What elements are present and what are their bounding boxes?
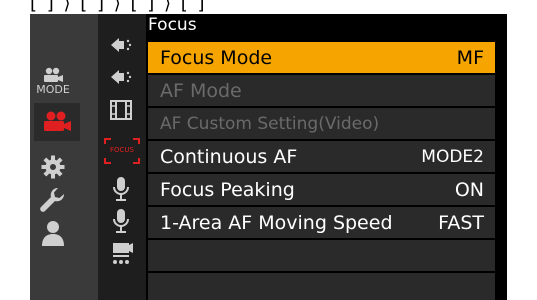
- top-breadcrumb-text: [ ] ⟩ [ ] ⟩ [ ] ⟩ [ ]: [30, 0, 207, 14]
- menu-item-label: AF Custom Setting(Video): [160, 113, 380, 134]
- mode-tab-label: MODE: [36, 83, 70, 96]
- video-tab-selected[interactable]: [34, 103, 80, 141]
- menu-empty-row: [148, 240, 495, 271]
- person-icon[interactable]: [40, 219, 66, 247]
- mode-icon[interactable]: [40, 66, 66, 84]
- menu-empty-row: [148, 273, 495, 300]
- menu-item-value: FAST: [438, 211, 484, 234]
- menu-item-value: ON: [454, 178, 484, 201]
- focus-subtab-label: FOCUS: [110, 146, 134, 154]
- video-camera-icon: [42, 111, 72, 133]
- mic-2-icon[interactable]: [110, 208, 132, 234]
- menu-item-label: AF Mode: [160, 79, 242, 102]
- camera-stand-icon[interactable]: [108, 240, 134, 268]
- menu-item-label: Focus Peaking: [160, 178, 295, 201]
- camera-menu-frame: MODE FOCUS Focus Focus Mode MF AF Mode A…: [0, 14, 537, 300]
- sub-tab-column: FOCUS: [98, 14, 146, 300]
- exposure-icon[interactable]: [108, 34, 134, 56]
- menu-list: Focus Mode MF AF Mode AF Custom Setting(…: [148, 14, 495, 300]
- camera-menu-screen: MODE FOCUS Focus Focus Mode MF AF Mode A…: [30, 14, 507, 300]
- exposure-2-icon[interactable]: [108, 66, 134, 88]
- menu-item-focus-mode[interactable]: Focus Mode MF: [148, 42, 495, 73]
- menu-item-value: MODE2: [421, 146, 484, 167]
- menu-item-value: MF: [456, 46, 484, 69]
- menu-item-label: Continuous AF: [160, 145, 298, 168]
- menu-item-continuous-af[interactable]: Continuous AF MODE2: [148, 141, 495, 172]
- mic-icon[interactable]: [110, 176, 132, 202]
- menu-item-1-area-af-moving-speed[interactable]: 1-Area AF Moving Speed FAST: [148, 207, 495, 238]
- menu-item-label: 1-Area AF Moving Speed: [160, 211, 393, 234]
- film-icon[interactable]: [108, 98, 134, 122]
- menu-item-af-custom-setting: AF Custom Setting(Video): [148, 108, 495, 139]
- menu-item-af-mode: AF Mode: [148, 75, 495, 106]
- top-breadcrumb-strip: [ ] ⟩ [ ] ⟩ [ ] ⟩ [ ]: [0, 0, 537, 14]
- menu-item-label: Focus Mode: [160, 46, 273, 69]
- focus-subtab-selected[interactable]: FOCUS: [100, 134, 140, 166]
- menu-item-focus-peaking[interactable]: Focus Peaking ON: [148, 174, 495, 205]
- main-tab-column: MODE: [30, 14, 98, 300]
- gear-icon[interactable]: [40, 154, 66, 180]
- wrench-icon[interactable]: [38, 186, 66, 214]
